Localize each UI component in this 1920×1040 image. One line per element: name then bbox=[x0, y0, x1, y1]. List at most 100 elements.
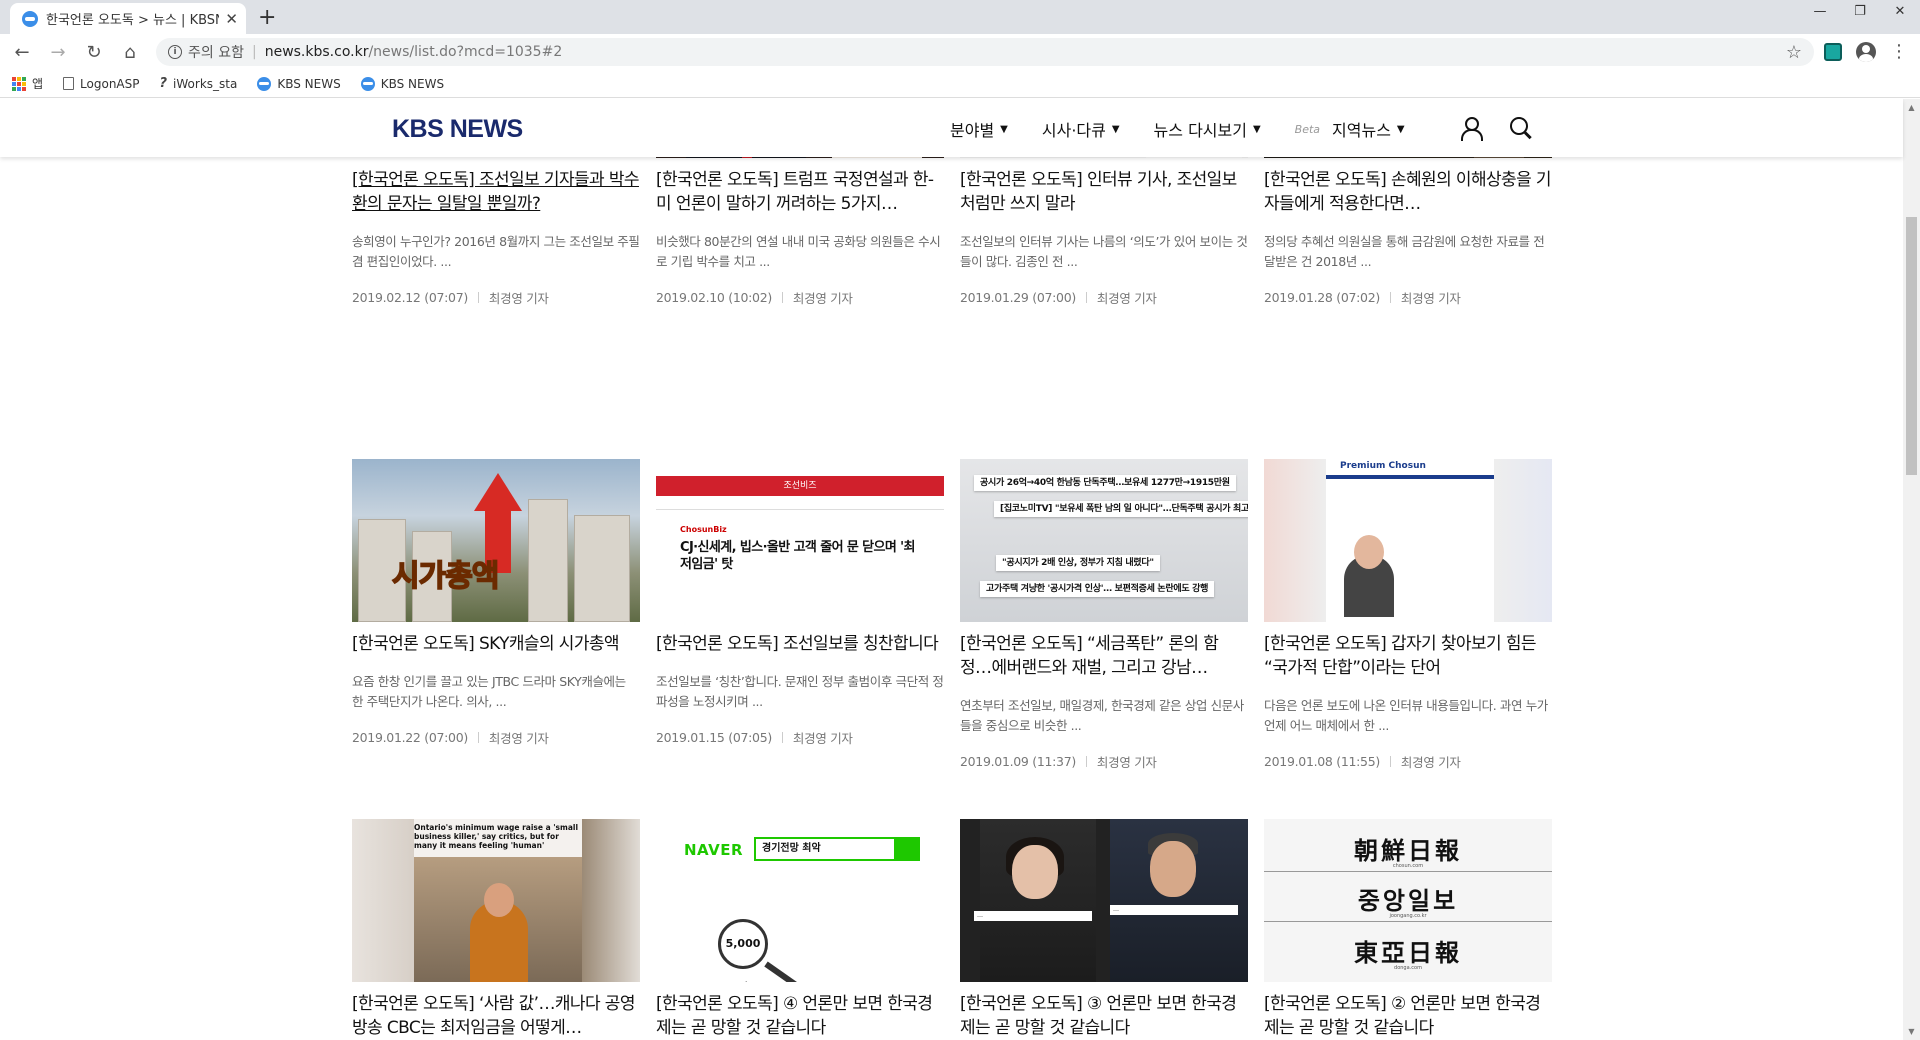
apps-grid-icon bbox=[12, 76, 26, 91]
thumbnail-caption: 시가총액 bbox=[391, 558, 500, 595]
bookmark-label: LogonASP bbox=[80, 76, 140, 91]
article-thumbnail[interactable]: 공시가 26억→40억 한남동 단독주택…보유세 1277만→1915만원 [집… bbox=[960, 459, 1248, 622]
scroll-down-icon[interactable]: ▼ bbox=[1903, 1023, 1920, 1040]
bookmark-kbs-news-2[interactable]: KBS NEWS bbox=[360, 76, 444, 91]
nav-category[interactable]: 분야별 ▼ bbox=[950, 117, 1008, 141]
minimize-icon[interactable]: — bbox=[1800, 0, 1840, 22]
article-card[interactable]: Premium Chosun [한국언론 오도독] 갑자기 찾아보기 힘든 “국… bbox=[1264, 459, 1552, 771]
article-headline[interactable]: [한국언론 오도독] 조선일보 기자들과 박수환의 문자는 일탈일 뿐일까? bbox=[352, 168, 640, 216]
nav-replay[interactable]: 뉴스 다시보기 ▼ bbox=[1154, 117, 1261, 141]
thumbnail-graphic bbox=[1494, 459, 1552, 622]
article-thumbnail[interactable]: Ontario's minimum wage raise a 'small bu… bbox=[352, 819, 640, 982]
scroll-up-icon[interactable]: ▲ bbox=[1903, 99, 1920, 116]
info-icon[interactable]: i bbox=[168, 45, 182, 59]
page-scrollbar[interactable]: ▲ ▼ bbox=[1903, 99, 1920, 1040]
forward-arrow-icon[interactable]: → bbox=[44, 38, 72, 66]
article-summary: 요즘 한창 인기를 끌고 있는 JTBC 드라마 SKY캐슬에는 한 주택단지가… bbox=[352, 674, 626, 709]
article-thumbnail[interactable]: Premium Chosun bbox=[1264, 459, 1552, 622]
security-warning: 주의 요함 bbox=[188, 45, 244, 61]
caret-down-icon: ▼ bbox=[1252, 123, 1261, 135]
article-thumbnail[interactable]: NAVER 경기전망 최악 5,000건 bbox=[656, 819, 944, 982]
article-card[interactable]: 공시가 26억→40억 한남동 단독주택…보유세 1277만→1915만원 [집… bbox=[960, 459, 1248, 771]
page-viewport: KBS NEWS 분야별 ▼ 시사·다큐 ▼ 뉴스 다시보기 ▼ Beta 지역… bbox=[0, 99, 1920, 1040]
bookmark-iworks[interactable]: ? iWorks_sta bbox=[160, 76, 238, 91]
bookmark-star-icon[interactable]: ☆ bbox=[1786, 42, 1802, 63]
article-card[interactable]: …… [한국언론 오도독] ③ 언론만 보면 한국경제는 곧 망할 것 같습니다 bbox=[960, 819, 1248, 1040]
nav-label: 시사·다큐 bbox=[1041, 121, 1106, 140]
home-icon[interactable]: ⌂ bbox=[116, 38, 144, 66]
article-card[interactable]: 조선비즈 ChosunBiz CJ·신세계, 빕스·올반 고객 줄어 문 닫으며… bbox=[656, 459, 944, 747]
article-headline[interactable]: [한국언론 오도독] “세금폭탄” 론의 함정…에버랜드와 재벌, 그리고 강남… bbox=[960, 632, 1248, 680]
extension-icon[interactable] bbox=[1824, 43, 1842, 61]
bookmark-apps[interactable]: 앱 bbox=[12, 75, 43, 92]
thumbnail-graphic bbox=[484, 883, 514, 917]
address-bar[interactable]: i 주의 요함 | news.kbs.co.kr /news/list.do?m… bbox=[156, 38, 1814, 66]
user-icon[interactable] bbox=[1460, 117, 1483, 141]
article-card[interactable]: 朝鮮日報 chosun.com 중앙일보 joongang.co.kr 東亞日報… bbox=[1264, 819, 1552, 1040]
article-headline[interactable]: [한국언론 오도독] ④ 언론만 보면 한국경제는 곧 망할 것 같습니다 bbox=[656, 992, 944, 1040]
article-headline[interactable]: [한국언론 오도독] ③ 언론만 보면 한국경제는 곧 망할 것 같습니다 bbox=[960, 992, 1248, 1040]
back-arrow-icon[interactable]: ← bbox=[8, 38, 36, 66]
scrollbar-thumb[interactable] bbox=[1906, 217, 1917, 475]
bookmark-kbs-news-1[interactable]: KBS NEWS bbox=[257, 76, 341, 91]
article-date: 2019.02.10 (10:02) bbox=[656, 290, 772, 305]
thumbnail-graphic: 東亞日報 bbox=[1354, 938, 1462, 967]
article-summary: 다음은 언론 보도에 나온 인터뷰 내용들입니다. 과연 누가 언제 어느 매체… bbox=[1264, 698, 1548, 733]
article-headline[interactable]: [한국언론 오도독] 인터뷰 기사, 조선일보처럼만 쓰지 말라 bbox=[960, 168, 1248, 216]
caret-down-icon: ▼ bbox=[1111, 123, 1120, 135]
article-headline[interactable]: [한국언론 오도독] 갑자기 찾아보기 힘든 “국가적 단합”이라는 단어 bbox=[1264, 632, 1552, 680]
thumbnail-graphic: ChosunBiz bbox=[680, 525, 727, 534]
thumbnail-graphic bbox=[1012, 845, 1058, 899]
article-headline[interactable]: [한국언론 오도독] 손혜원의 이해상충을 기자들에게 적용한다면… bbox=[1264, 168, 1552, 216]
article-meta: 2019.02.12 (07:07) 최경영 기자 bbox=[352, 288, 640, 307]
nav-documentary[interactable]: 시사·다큐 ▼ bbox=[1042, 117, 1120, 141]
new-tab-icon[interactable]: + bbox=[258, 5, 276, 30]
kbs-favicon-icon bbox=[22, 10, 38, 27]
article-meta: 2019.01.15 (07:05) 최경영 기자 bbox=[656, 728, 944, 747]
thumbnail-graphic: … bbox=[974, 911, 1092, 921]
article-headline[interactable]: [한국언론 오도독] ② 언론만 보면 한국경제는 곧 망할 것 같습니다 bbox=[1264, 992, 1552, 1040]
article-headline[interactable]: [한국언론 오도독] 트럼프 국정연설과 한-미 언론이 말하기 꺼려하는 5가… bbox=[656, 168, 944, 216]
article-card[interactable]: 시가총액 [한국언론 오도독] SKY캐슬의 시가총액요즘 한창 인기를 끌고 … bbox=[352, 459, 640, 747]
article-date: 2019.01.29 (07:00) bbox=[960, 290, 1076, 305]
article-summary: 비슷했다 80분간의 연설 내내 미국 공화당 의원들은 수시로 기립 박수를 … bbox=[656, 234, 941, 269]
meta-divider bbox=[1085, 756, 1087, 767]
window-close-icon[interactable]: ✕ bbox=[1880, 0, 1920, 22]
nav-local-news[interactable]: Beta 지역뉴스 ▼ bbox=[1295, 117, 1405, 141]
thumbnail-graphic bbox=[352, 819, 414, 982]
caret-down-icon: ▼ bbox=[1000, 123, 1008, 135]
search-icon[interactable] bbox=[1510, 117, 1532, 139]
bookmark-label: iWorks_sta bbox=[173, 76, 238, 91]
bookmark-logonasp[interactable]: LogonASP bbox=[63, 76, 140, 91]
article-meta: 2019.01.09 (11:37) 최경영 기자 bbox=[960, 752, 1248, 771]
article-headline[interactable]: [한국언론 오도독] SKY캐슬의 시가총액 bbox=[352, 632, 640, 656]
reload-icon[interactable]: ↻ bbox=[80, 38, 108, 66]
article-meta: 2019.01.22 (07:00) 최경영 기자 bbox=[352, 728, 640, 747]
restore-icon[interactable]: ❐ bbox=[1840, 0, 1880, 22]
article-author: 최경영 기자 bbox=[792, 291, 853, 306]
article-thumbnail[interactable]: …… bbox=[960, 819, 1248, 982]
kbs-news-logo[interactable]: KBS NEWS bbox=[392, 115, 523, 144]
thumbnail-graphic bbox=[1264, 921, 1552, 922]
thumbnail-graphic: 5,000건 bbox=[718, 919, 768, 982]
close-tab-icon[interactable]: ✕ bbox=[225, 10, 238, 28]
thumbnail-graphic: NAVER bbox=[684, 841, 744, 859]
bookmarks-bar: 앱 LogonASP ? iWorks_sta KBS NEWS KBS NEW… bbox=[0, 70, 1920, 98]
browser-tab[interactable]: 한국언론 오도독 > 뉴스 | KBSNEWS ✕ bbox=[10, 3, 246, 34]
article-headline[interactable]: [한국언론 오도독] ‘사람 값’…캐나다 공영방송 CBC는 최저임금을 어떻… bbox=[352, 992, 640, 1040]
article-card[interactable]: Ontario's minimum wage raise a 'small bu… bbox=[352, 819, 640, 1040]
article-author: 최경영 기자 bbox=[1400, 755, 1461, 770]
tab-title: 한국언론 오도독 > 뉴스 | KBSNEWS bbox=[46, 13, 219, 28]
article-thumbnail[interactable]: 시가총액 bbox=[352, 459, 640, 622]
article-thumbnail[interactable]: 朝鮮日報 chosun.com 중앙일보 joongang.co.kr 東亞日報… bbox=[1264, 819, 1552, 982]
kbs-favicon-icon bbox=[257, 76, 272, 91]
thumbnail-graphic: donga.com bbox=[1394, 965, 1422, 971]
article-headline[interactable]: [한국언론 오도독] 조선일보를 칭찬합니다 bbox=[656, 632, 944, 656]
thumbnail-graphic bbox=[656, 496, 944, 510]
article-card[interactable]: NAVER 경기전망 최악 5,000건 [한국언론 오도독] ④ 언론만 보면… bbox=[656, 819, 944, 1040]
browser-menu-icon[interactable]: ⋮ bbox=[1890, 43, 1908, 61]
thumbnail-graphic bbox=[1264, 871, 1552, 872]
article-thumbnail[interactable]: 조선비즈 ChosunBiz CJ·신세계, 빕스·올반 고객 줄어 문 닫으며… bbox=[656, 459, 944, 622]
omnibox-separator: | bbox=[251, 44, 257, 60]
profile-avatar-icon[interactable] bbox=[1856, 42, 1876, 62]
